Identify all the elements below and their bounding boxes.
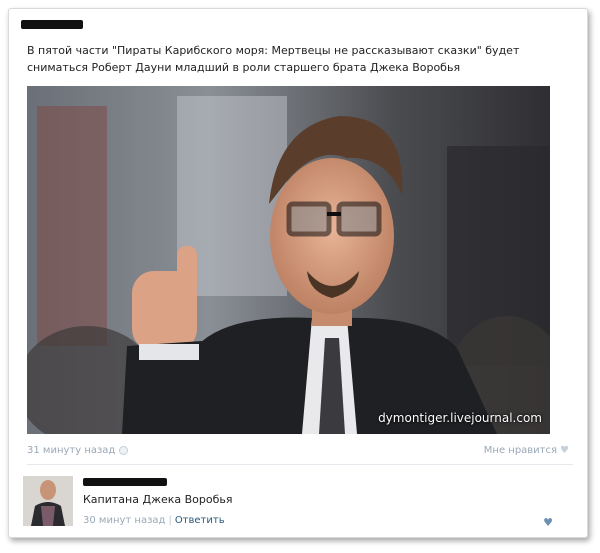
post-card: В пятой части "Пираты Карибского моря: М… xyxy=(8,8,588,538)
comment-separator: | xyxy=(168,515,172,526)
post-time-text: 31 минуту назад xyxy=(27,445,116,456)
reply-link[interactable]: Ответить xyxy=(175,515,225,526)
comment-like-heart-icon[interactable]: ♥ xyxy=(543,516,553,529)
comment-meta: 30 минут назад | Ответить xyxy=(83,515,225,526)
comment-text: Капитана Джека Воробья xyxy=(83,493,233,506)
photo-illustration xyxy=(27,86,550,434)
avatar-illustration xyxy=(23,476,73,526)
like-label: Мне нравится xyxy=(483,445,558,456)
comments-divider xyxy=(27,464,573,465)
commenter-avatar[interactable] xyxy=(23,476,73,526)
redacted-commenter-name xyxy=(83,478,167,486)
like-button[interactable]: Мне нравится ♥ xyxy=(484,445,569,456)
image-watermark: dymontiger.livejournal.com xyxy=(378,411,542,425)
clock-icon xyxy=(119,446,129,455)
post-photo[interactable]: dymontiger.livejournal.com xyxy=(27,86,550,434)
redacted-author-name xyxy=(21,20,83,29)
post-text: В пятой части "Пираты Карибского моря: М… xyxy=(27,44,520,74)
post-timestamp[interactable]: 31 минуту назад xyxy=(27,445,129,456)
heart-icon: ♥ xyxy=(560,444,569,456)
comment-time[interactable]: 30 минут назад xyxy=(83,515,165,526)
